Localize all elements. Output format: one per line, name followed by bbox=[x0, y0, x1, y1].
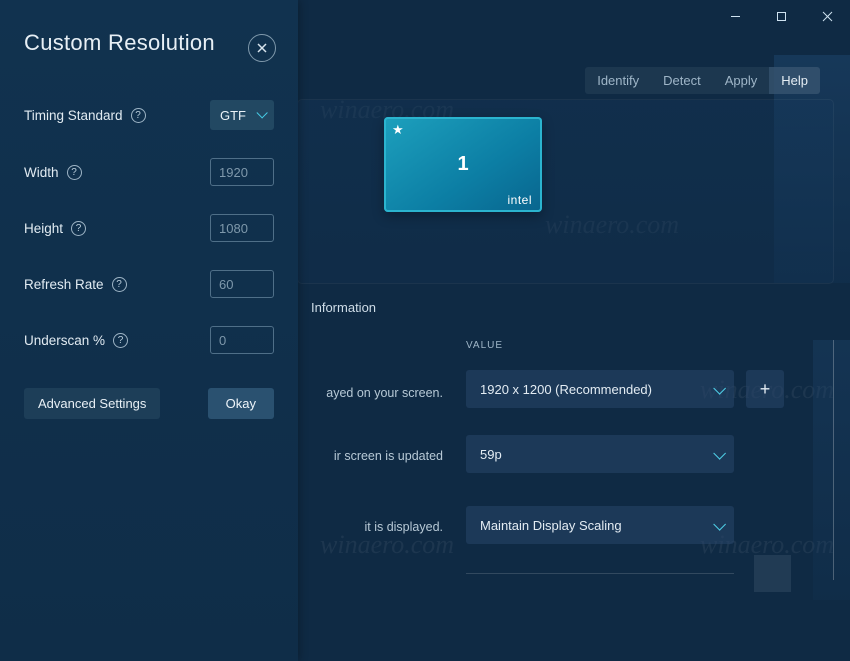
add-resolution-button[interactable]: + bbox=[746, 370, 784, 408]
timing-standard-select[interactable]: GTF bbox=[210, 100, 274, 130]
value-column-header: VALUE bbox=[466, 340, 503, 351]
identify-button[interactable]: Identify bbox=[585, 67, 651, 94]
action-bar: Identify Detect Apply Help bbox=[585, 67, 820, 94]
label-timing-standard: Timing Standard bbox=[24, 108, 123, 123]
row-refresh-rate: Refresh Rate ? bbox=[24, 270, 274, 298]
detect-button[interactable]: Detect bbox=[651, 67, 713, 94]
vertical-divider bbox=[833, 340, 834, 580]
display-preview-area: ★ 1 intel bbox=[298, 100, 833, 283]
label-width: Width bbox=[24, 165, 59, 180]
help-icon[interactable]: ? bbox=[67, 165, 82, 180]
row-height: Height ? bbox=[24, 214, 274, 242]
dialog-form: Timing Standard ? GTF Width ? Height ? R… bbox=[24, 100, 274, 354]
timing-standard-value: GTF bbox=[220, 108, 246, 123]
custom-resolution-dialog: Custom Resolution Timing Standard ? GTF … bbox=[0, 0, 298, 661]
width-input[interactable] bbox=[210, 158, 274, 186]
main-content: Identify Detect Apply Help ★ 1 intel Inf… bbox=[298, 0, 850, 661]
row-timing-standard: Timing Standard ? GTF bbox=[24, 100, 274, 130]
help-icon[interactable]: ? bbox=[71, 221, 86, 236]
help-icon[interactable]: ? bbox=[113, 333, 128, 348]
monitor-brand: intel bbox=[507, 193, 532, 207]
dialog-close-button[interactable] bbox=[248, 34, 276, 62]
horizontal-divider bbox=[466, 573, 734, 574]
height-input[interactable] bbox=[210, 214, 274, 242]
row-desc-resolution: ayed on your screen. bbox=[298, 386, 443, 400]
refresh-dropdown[interactable]: 59p bbox=[466, 435, 734, 473]
okay-button[interactable]: Okay bbox=[208, 388, 274, 419]
scaling-value: Maintain Display Scaling bbox=[480, 518, 622, 533]
underscan-input[interactable] bbox=[210, 326, 274, 354]
refresh-value: 59p bbox=[480, 447, 502, 462]
resolution-value: 1920 x 1200 (Recommended) bbox=[480, 382, 652, 397]
refresh-rate-input[interactable] bbox=[210, 270, 274, 298]
row-desc-scaling: it is displayed. bbox=[298, 520, 443, 534]
resolution-dropdown[interactable]: 1920 x 1200 (Recommended) bbox=[466, 370, 734, 408]
row-width: Width ? bbox=[24, 158, 274, 186]
label-refresh-rate: Refresh Rate bbox=[24, 277, 104, 292]
help-button[interactable]: Help bbox=[769, 67, 820, 94]
help-icon[interactable]: ? bbox=[131, 108, 146, 123]
monitor-tile-1[interactable]: ★ 1 intel bbox=[384, 117, 542, 212]
label-height: Height bbox=[24, 221, 63, 236]
dialog-footer: Advanced Settings Okay bbox=[24, 388, 274, 419]
row-underscan: Underscan % ? bbox=[24, 326, 274, 354]
tab-information[interactable]: Information bbox=[311, 300, 376, 315]
advanced-settings-button[interactable]: Advanced Settings bbox=[24, 388, 160, 419]
row-desc-refresh: ir screen is updated bbox=[298, 449, 443, 463]
label-underscan: Underscan % bbox=[24, 333, 105, 348]
dialog-title: Custom Resolution bbox=[24, 30, 274, 56]
apply-button[interactable]: Apply bbox=[713, 67, 770, 94]
help-icon[interactable]: ? bbox=[112, 277, 127, 292]
scaling-dropdown[interactable]: Maintain Display Scaling bbox=[466, 506, 734, 544]
